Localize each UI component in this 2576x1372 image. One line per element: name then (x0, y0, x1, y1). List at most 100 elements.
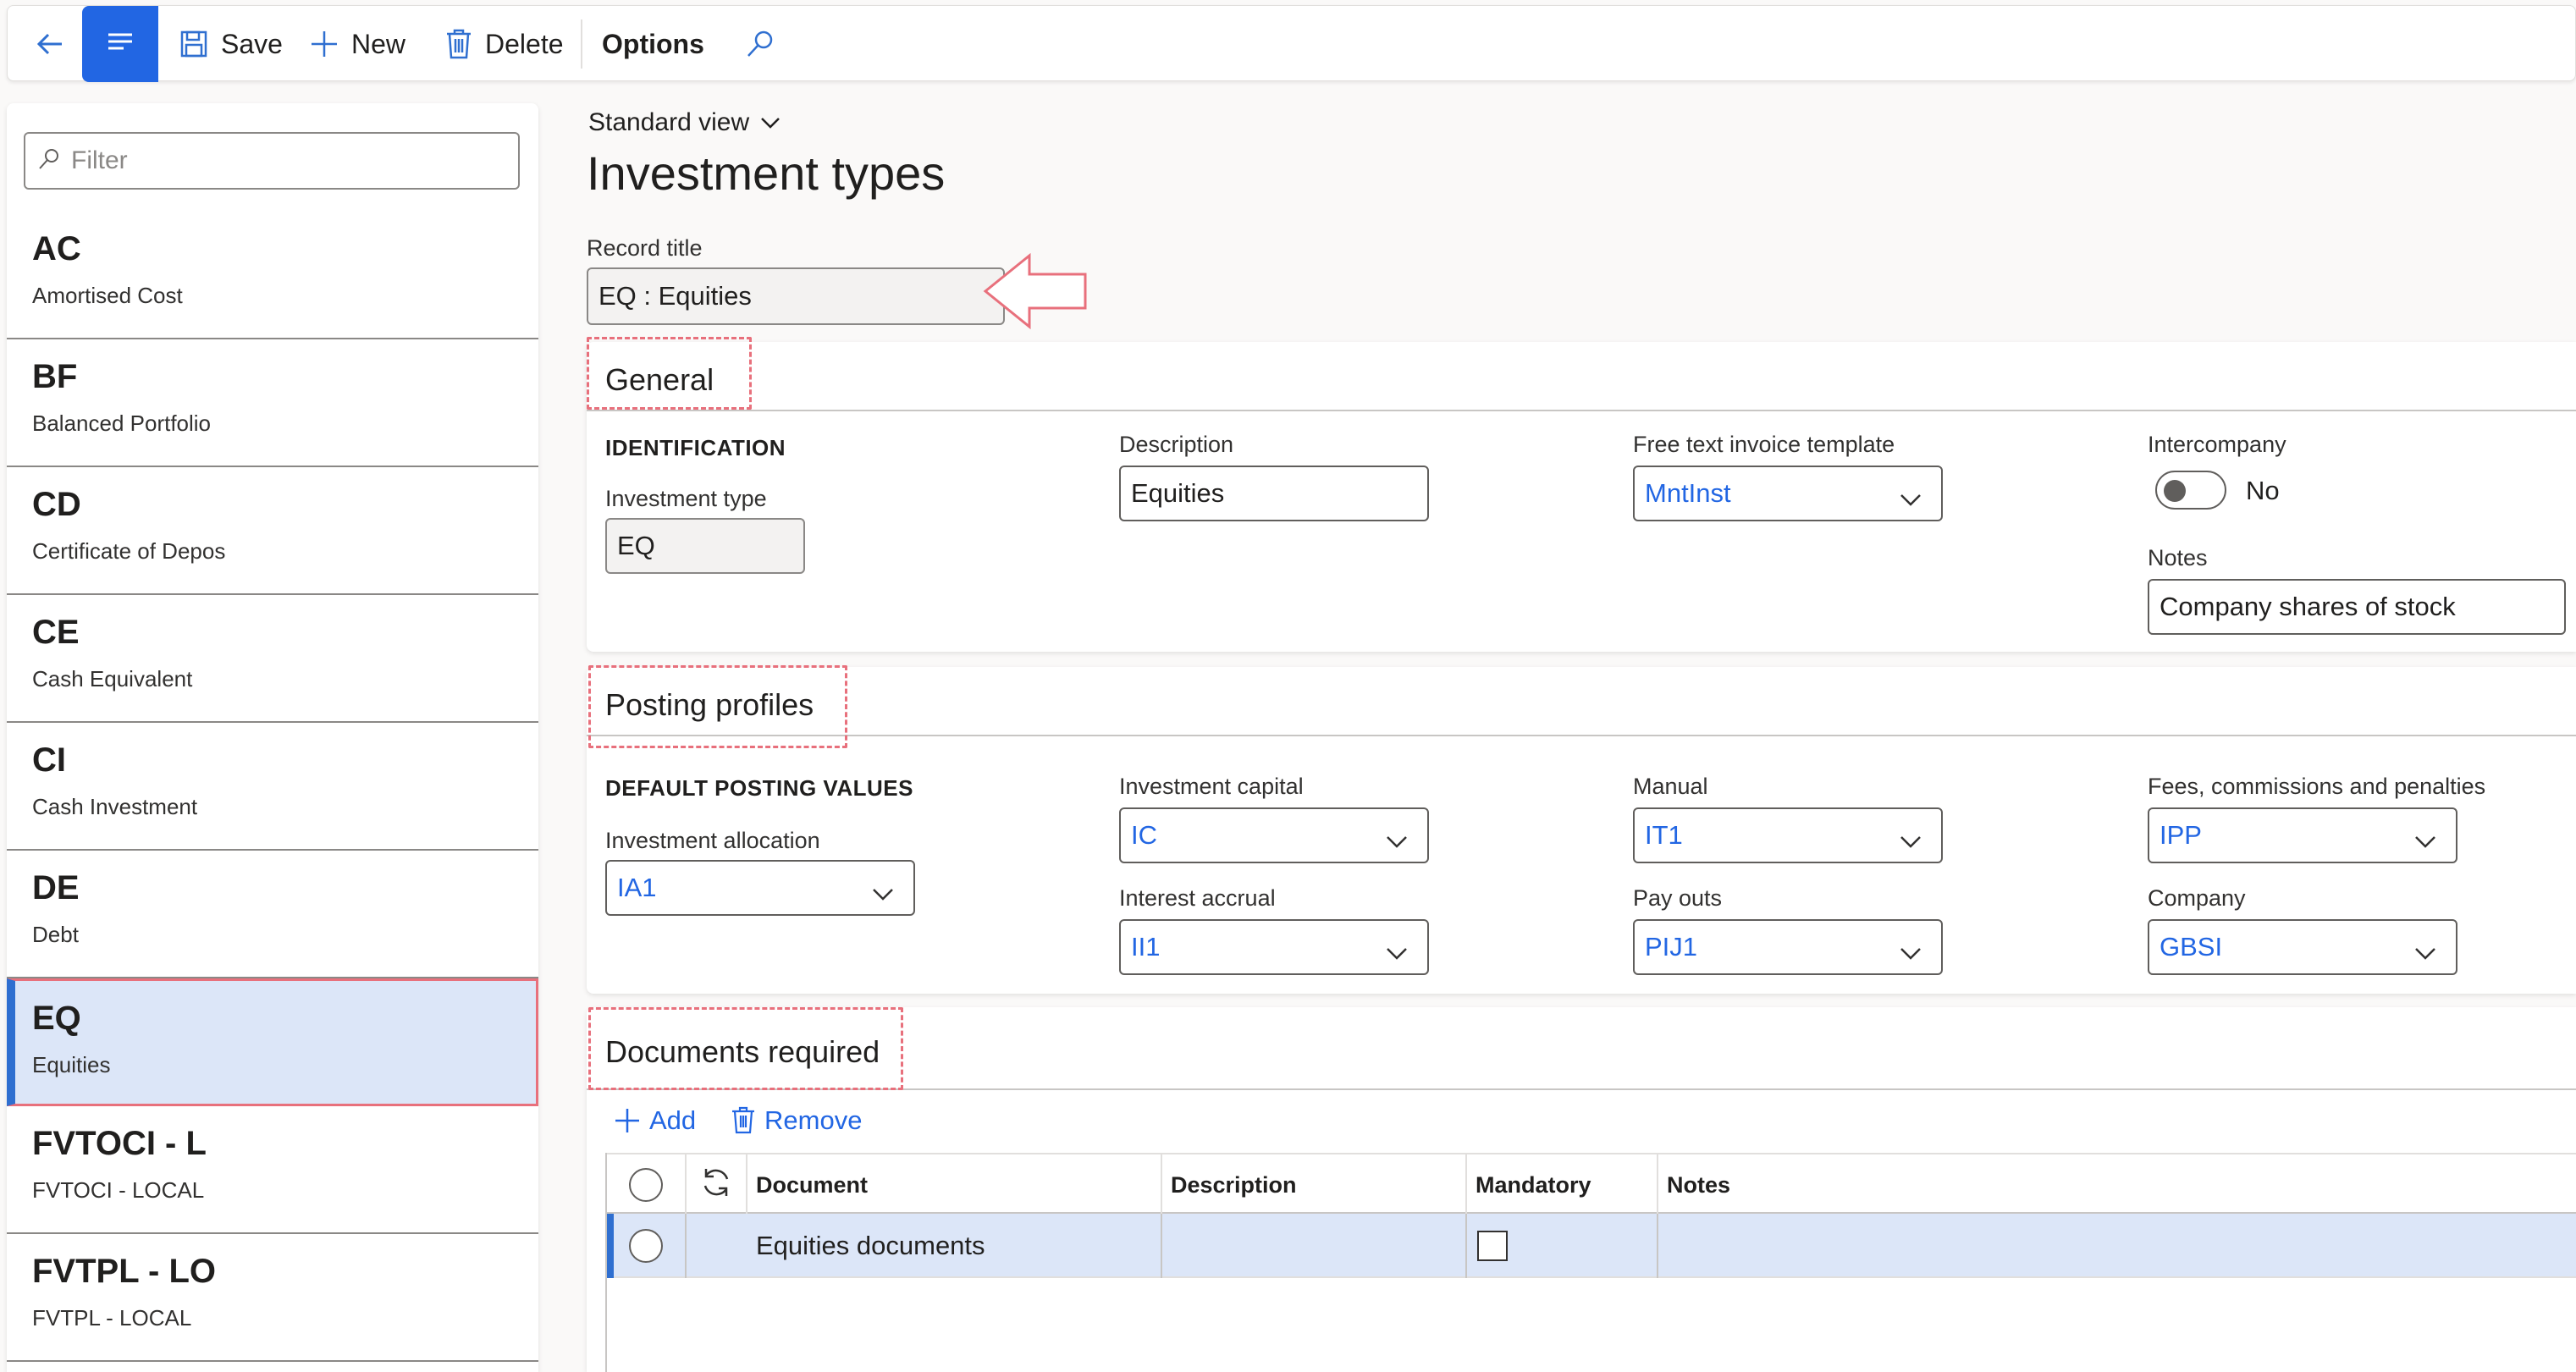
filter-box[interactable] (24, 132, 520, 190)
free-text-template-value: MntInst (1645, 478, 1731, 508)
investment-allocation-dropdown[interactable]: IA1 (605, 860, 915, 916)
column-header-document[interactable]: Document (746, 1154, 1161, 1215)
notes-input[interactable]: Company shares of stock (2148, 579, 2566, 635)
list-item-description: FVTPL - LOCAL (32, 1305, 192, 1331)
description-cell[interactable] (1161, 1214, 1465, 1278)
pay-outs-value: PIJ1 (1645, 932, 1698, 962)
intercompany-value: No (2246, 476, 2280, 505)
chevron-down-icon (1899, 826, 1922, 857)
refresh-cell[interactable] (685, 1154, 746, 1215)
default-posting-caption: DEFAULT POSTING VALUES (605, 775, 913, 801)
remove-button[interactable]: Remove (731, 1105, 862, 1136)
list-item[interactable]: AC Amortised Cost (7, 212, 538, 339)
page-title: Investment types (587, 146, 946, 200)
investment-capital-dropdown[interactable]: IC (1119, 807, 1429, 863)
investment-allocation-label: Investment allocation (605, 828, 820, 853)
intercompany-label: Intercompany (2148, 432, 2286, 457)
trash-icon (444, 28, 473, 60)
search-icon (744, 28, 776, 60)
fees-dropdown[interactable]: IPP (2148, 807, 2457, 863)
select-all-cell[interactable] (607, 1154, 685, 1215)
refresh-icon (699, 1165, 733, 1205)
interest-accrual-dropdown[interactable]: II1 (1119, 919, 1429, 975)
highlight-box (588, 1007, 903, 1090)
mandatory-checkbox[interactable] (1477, 1231, 1508, 1261)
description-label: Description (1119, 432, 1234, 457)
highlight-box (588, 665, 847, 748)
general-header[interactable]: General (587, 342, 2576, 411)
list-item-code: BF (32, 358, 78, 395)
remove-label: Remove (764, 1105, 863, 1135)
list-item[interactable]: CD Certificate of Depos (7, 467, 538, 595)
pay-outs-label: Pay outs (1633, 885, 1723, 911)
free-text-template-dropdown[interactable]: MntInst (1633, 466, 1943, 521)
pay-outs-dropdown[interactable]: PIJ1 (1633, 919, 1943, 975)
add-label: Add (649, 1105, 697, 1135)
row-select-cell[interactable] (607, 1214, 685, 1278)
manual-dropdown[interactable]: IT1 (1633, 807, 1943, 863)
chevron-down-icon (1899, 938, 1922, 968)
search-icon (37, 147, 61, 175)
select-all-radio[interactable] (629, 1168, 663, 1202)
list-item-code: FVTOCI - L (32, 1125, 207, 1162)
column-header-description[interactable]: Description (1161, 1154, 1465, 1215)
trash-icon (731, 1106, 756, 1135)
posting-profiles-header[interactable]: Posting profiles (587, 667, 2576, 736)
search-button[interactable] (744, 6, 788, 82)
notes-cell[interactable] (1657, 1214, 2576, 1278)
description-input[interactable]: Equities (1119, 466, 1429, 521)
list-item-description: Certificate of Depos (32, 538, 226, 564)
list-item-description: Balanced Portfolio (32, 410, 212, 436)
list-item-description: Amortised Cost (32, 283, 183, 308)
list-item-description: Debt (32, 922, 79, 947)
options-label: Options (602, 28, 704, 59)
options-button[interactable]: Options (602, 6, 704, 82)
list-item-selected[interactable]: EQ Equities (7, 978, 538, 1106)
list-item[interactable]: DE Debt (7, 851, 538, 978)
new-label: New (351, 28, 406, 59)
list-item-description: FVTOCI - LOCAL (32, 1177, 205, 1203)
mandatory-cell[interactable] (1465, 1214, 1657, 1278)
intercompany-toggle[interactable] (2155, 471, 2226, 510)
save-icon (179, 29, 209, 59)
view-selector-label: Standard view (588, 108, 750, 136)
investment-allocation-value: IA1 (617, 873, 657, 902)
investment-capital-label: Investment capital (1119, 774, 1304, 799)
toolbar-divider (581, 19, 582, 69)
filter-input[interactable] (71, 146, 494, 175)
annotation-arrow-icon (982, 251, 1090, 336)
delete-button[interactable]: Delete (444, 6, 564, 82)
chevron-down-icon (1385, 938, 1409, 968)
document-cell[interactable]: Equities documents (746, 1214, 1161, 1278)
new-button[interactable]: New (309, 6, 405, 82)
investment-type-label: Investment type (605, 486, 767, 511)
row-select-radio[interactable] (629, 1229, 663, 1263)
notes-label: Notes (2148, 545, 2208, 570)
table-row[interactable]: Equities documents (607, 1214, 2576, 1278)
list-item[interactable]: FVTOCI - L FVTOCI - LOCAL (7, 1106, 538, 1234)
investment-type-field: EQ (605, 518, 805, 574)
posting-profiles-section: Posting profiles DEFAULT POSTING VALUES … (587, 665, 2576, 994)
list-item[interactable]: FVTPL - LO FVTPL - LOCAL (7, 1234, 538, 1362)
list-item[interactable]: CE Cash Equivalent (7, 595, 538, 723)
chevron-down-icon (2413, 826, 2437, 857)
menu-toggle-button[interactable] (82, 6, 158, 82)
row-spacer-cell (685, 1214, 746, 1278)
delete-label: Delete (485, 28, 564, 59)
documents-grid: Document Description Mandatory Notes Equ… (605, 1153, 2576, 1372)
list-item-code: DE (32, 869, 80, 906)
save-button[interactable]: Save (179, 6, 283, 82)
record-list: AC Amortised Cost BF Balanced Portfolio … (7, 212, 538, 1362)
free-text-template-label: Free text invoice template (1633, 432, 1895, 457)
list-item-code: EQ (32, 1000, 81, 1037)
back-button[interactable] (25, 6, 87, 82)
view-selector[interactable]: Standard view (588, 108, 781, 137)
add-button[interactable]: Add (614, 1105, 696, 1136)
column-header-notes[interactable]: Notes (1657, 1154, 2576, 1215)
highlight-box (587, 337, 752, 410)
column-header-mandatory[interactable]: Mandatory (1465, 1154, 1657, 1215)
list-item[interactable]: BF Balanced Portfolio (7, 339, 538, 467)
lines-icon (103, 25, 137, 63)
list-item[interactable]: CI Cash Investment (7, 723, 538, 851)
company-dropdown[interactable]: GBSI (2148, 919, 2457, 975)
